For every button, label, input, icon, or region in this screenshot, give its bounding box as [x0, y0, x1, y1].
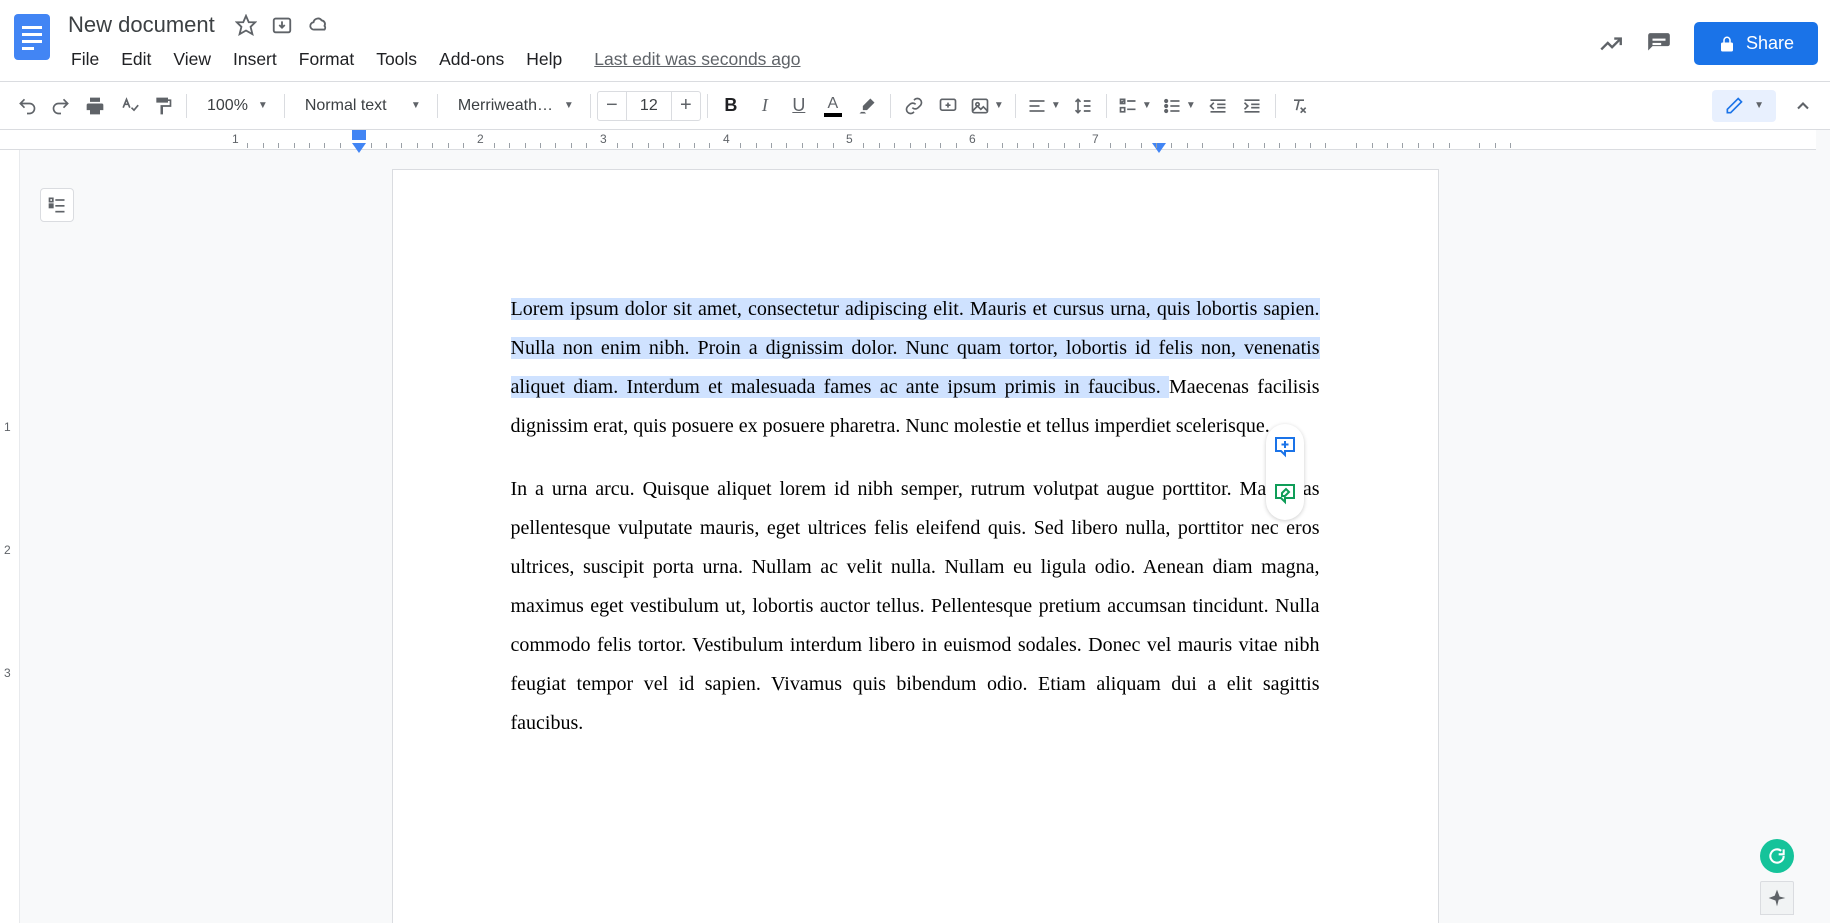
outdent-button[interactable]: [1201, 89, 1235, 123]
highlight-button[interactable]: [850, 89, 884, 123]
app-header: New document File Edit View Insert Forma…: [0, 0, 1830, 82]
editing-mode-button[interactable]: ▼: [1712, 90, 1776, 122]
grammarly-icon[interactable]: [1760, 839, 1794, 873]
menu-help[interactable]: Help: [517, 45, 571, 74]
ruler-left-indent-icon[interactable]: [352, 140, 366, 158]
activity-icon[interactable]: [1598, 31, 1624, 57]
italic-button[interactable]: I: [748, 89, 782, 123]
underline-button[interactable]: U: [782, 89, 816, 123]
menu-view[interactable]: View: [164, 45, 220, 74]
share-button[interactable]: Share: [1694, 22, 1818, 65]
work-area: 1 2 3 4 5 6 7 1 2 3 Lorem ipsum dolor si…: [0, 130, 1830, 923]
align-button[interactable]: ▼: [1022, 89, 1066, 123]
cloud-status-icon[interactable]: [307, 14, 331, 36]
document-canvas[interactable]: Lorem ipsum dolor sit amet, consectetur …: [0, 130, 1830, 923]
undo-button[interactable]: [10, 89, 44, 123]
document-body[interactable]: Lorem ipsum dolor sit amet, consectetur …: [511, 290, 1320, 743]
menubar: File Edit View Insert Format Tools Add-o…: [62, 45, 1598, 74]
suggest-edits-icon[interactable]: [1273, 481, 1297, 510]
menu-edit[interactable]: Edit: [112, 45, 160, 74]
document-title[interactable]: New document: [62, 12, 221, 38]
bold-button[interactable]: B: [714, 89, 748, 123]
collapse-toolbar-button[interactable]: [1786, 89, 1820, 123]
last-edit-link[interactable]: Last edit was seconds ago: [585, 45, 809, 74]
menu-addons[interactable]: Add-ons: [430, 45, 513, 74]
spellcheck-button[interactable]: [112, 89, 146, 123]
fontsize-increase-button[interactable]: +: [671, 91, 701, 121]
font-value: Merriweath…: [458, 97, 553, 115]
chevron-down-icon: ▼: [564, 100, 574, 111]
chevron-down-icon: ▼: [258, 100, 268, 111]
print-button[interactable]: [78, 89, 112, 123]
menu-format[interactable]: Format: [290, 45, 363, 74]
menu-file[interactable]: File: [62, 45, 108, 74]
horizontal-ruler[interactable]: 1 2 3 4 5 6 7: [0, 130, 1816, 150]
fontsize-input[interactable]: [627, 91, 671, 121]
text-color-button[interactable]: A: [816, 89, 850, 123]
document-page[interactable]: Lorem ipsum dolor sit amet, consectetur …: [393, 170, 1438, 923]
paint-format-button[interactable]: [146, 89, 180, 123]
ruler-first-line-indent[interactable]: [352, 130, 366, 140]
add-comment-icon[interactable]: [1273, 434, 1297, 463]
chevron-down-icon: ▼: [411, 100, 421, 111]
redo-button[interactable]: [44, 89, 78, 123]
bulleted-list-button[interactable]: ▼: [1157, 89, 1201, 123]
font-select[interactable]: Merriweath… ▼: [444, 97, 584, 115]
star-icon[interactable]: [235, 14, 257, 36]
comments-icon[interactable]: [1646, 31, 1672, 57]
outline-toggle-button[interactable]: [40, 188, 74, 222]
checklist-button[interactable]: ▼: [1113, 89, 1157, 123]
clear-formatting-button[interactable]: [1282, 89, 1316, 123]
explore-button[interactable]: [1760, 881, 1794, 915]
fontsize-decrease-button[interactable]: −: [597, 91, 627, 121]
paragraph-style-select[interactable]: Normal text ▼: [291, 97, 431, 115]
zoom-select[interactable]: 100% ▼: [193, 97, 278, 115]
floating-comment-tools: [1266, 424, 1304, 520]
line-spacing-button[interactable]: [1066, 89, 1100, 123]
vertical-ruler[interactable]: 1 2 3: [0, 150, 20, 923]
zoom-value: 100%: [207, 97, 248, 115]
toolbar: 100% ▼ Normal text ▼ Merriweath… ▼ − + B…: [0, 82, 1830, 130]
menu-tools[interactable]: Tools: [367, 45, 426, 74]
chevron-down-icon: ▼: [1754, 100, 1764, 111]
style-value: Normal text: [305, 97, 387, 115]
indent-button[interactable]: [1235, 89, 1269, 123]
paragraph-text[interactable]: In a urna arcu. Quisque aliquet lorem id…: [511, 470, 1320, 743]
share-label: Share: [1746, 33, 1794, 54]
docs-logo-icon[interactable]: [12, 10, 52, 64]
insert-image-button[interactable]: ▼: [965, 89, 1009, 123]
insert-link-button[interactable]: [897, 89, 931, 123]
menu-insert[interactable]: Insert: [224, 45, 286, 74]
move-to-icon[interactable]: [271, 14, 293, 36]
add-comment-button[interactable]: [931, 89, 965, 123]
ruler-right-indent-icon[interactable]: [1152, 140, 1166, 158]
